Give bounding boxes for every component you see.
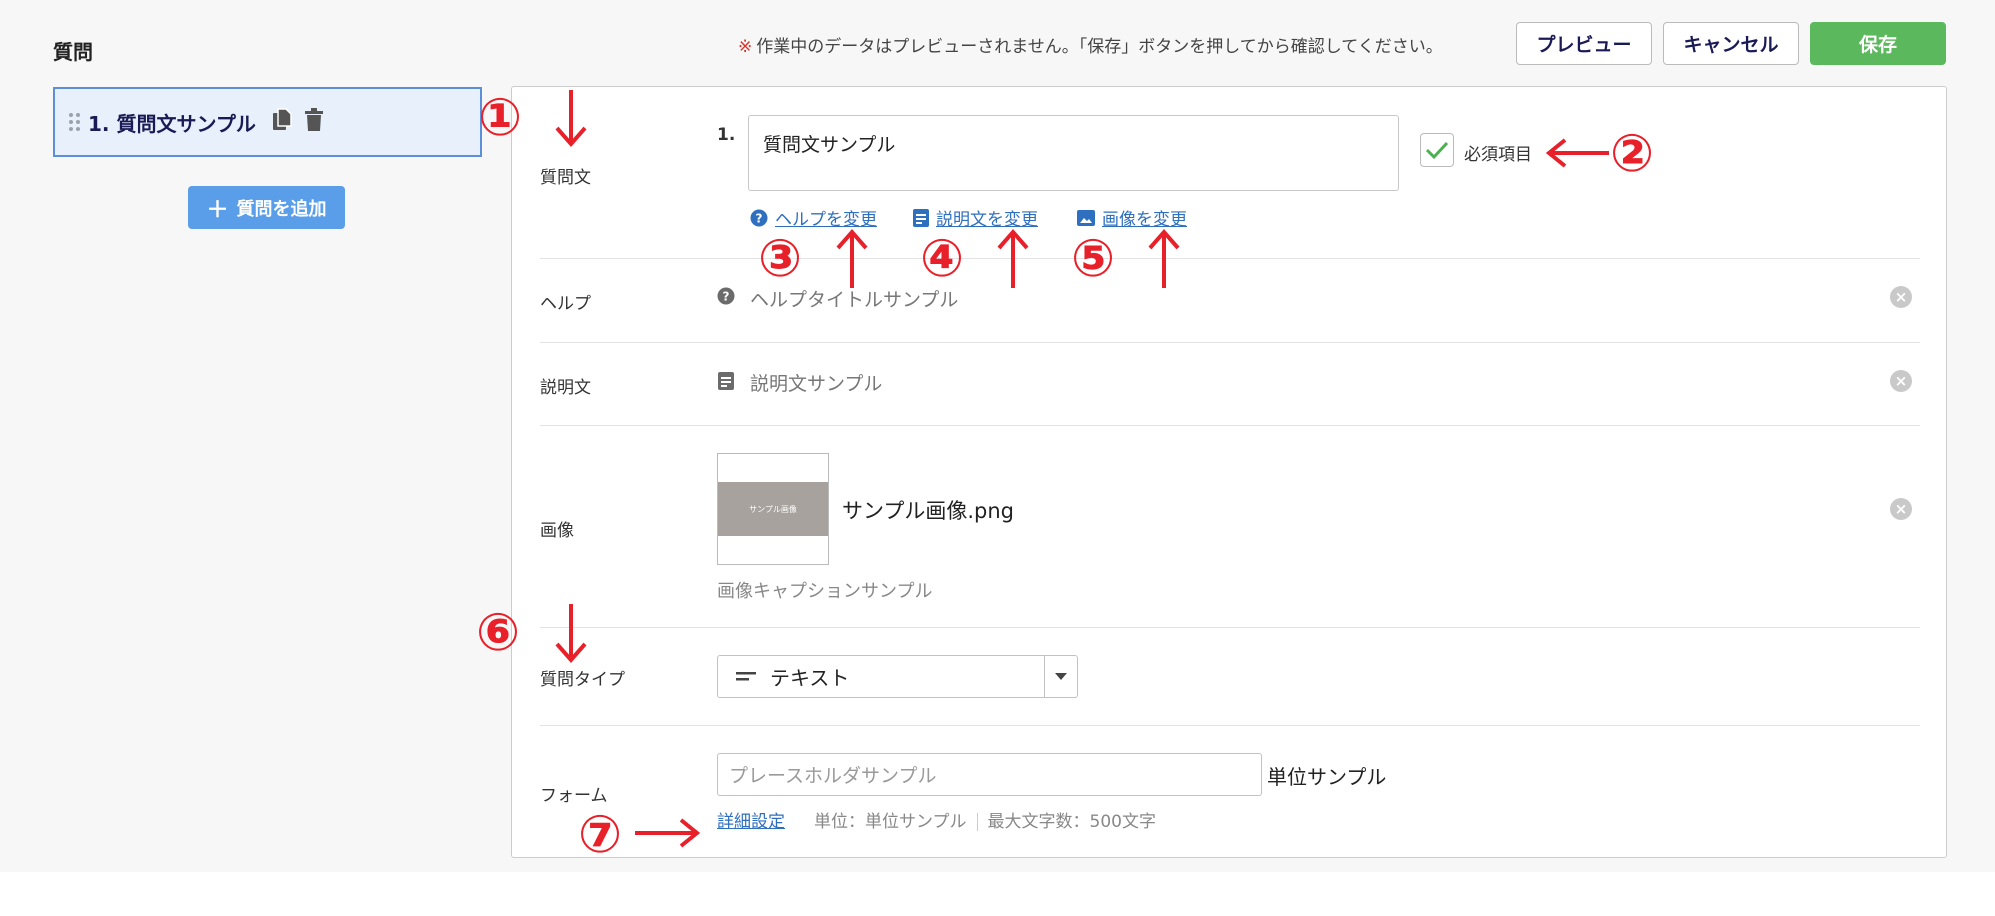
- form-placeholder-input[interactable]: プレースホルダサンプル: [717, 753, 1262, 796]
- annotation-5: ⑤: [1071, 229, 1116, 289]
- question-editor-panel: 質問文 1. 質問文サンプル 必須項目 ? ヘルプを変更 説明文を変更 画像を変…: [511, 86, 1947, 858]
- drag-handle-icon[interactable]: [69, 113, 80, 131]
- notice-mark: ※: [738, 37, 753, 57]
- help-circle-icon: ?: [750, 209, 768, 226]
- question-text-label: 質問文: [540, 168, 591, 188]
- add-question-label: 質問を追加: [236, 198, 327, 220]
- arrow-down-icon: [555, 90, 587, 148]
- check-icon: [1425, 141, 1449, 160]
- question-type-label: 質問タイプ: [540, 670, 625, 690]
- notice-text: 作業中のデータはプレビューされません。「保存」ボタンを押してから確認してください…: [756, 37, 1443, 57]
- copy-icon[interactable]: [272, 108, 294, 136]
- svg-text:?: ?: [723, 290, 730, 304]
- change-description-link[interactable]: 説明文を変更: [913, 205, 1038, 230]
- image-thumbnail[interactable]: サンプル画像: [717, 453, 829, 565]
- detail-settings-link[interactable]: 詳細設定: [717, 807, 785, 832]
- clear-description-icon[interactable]: ×: [1890, 370, 1912, 392]
- help-circle-icon: ?: [717, 287, 735, 305]
- form-meta: 単位：単位サンプル 最大文字数：500文字: [814, 807, 1156, 832]
- image-caption: 画像キャプションサンプル: [717, 581, 933, 602]
- plus-icon: ＋: [206, 197, 229, 223]
- divider: [540, 627, 1920, 628]
- form-label: フォーム: [540, 786, 608, 806]
- image-label: 画像: [540, 521, 574, 541]
- preview-button[interactable]: プレビュー: [1516, 22, 1652, 65]
- sidebar-item-question-1[interactable]: 1. 質問文サンプル: [53, 87, 482, 157]
- help-label: ヘルプ: [540, 294, 591, 314]
- thumbnail-text: サンプル画像: [718, 482, 828, 536]
- annotation-1: ①: [478, 88, 523, 148]
- annotation-3: ③: [758, 229, 803, 289]
- annotation-6: ⑥: [476, 603, 521, 663]
- cancel-button[interactable]: キャンセル: [1663, 22, 1799, 65]
- preview-notice: ※ 作業中のデータはプレビューされません。「保存」ボタンを押してから確認してくださ…: [738, 32, 1443, 57]
- divider: [540, 342, 1920, 343]
- arrow-up-icon: [997, 228, 1029, 288]
- divider: [540, 725, 1920, 726]
- meta-max-length: 最大文字数：500文字: [987, 812, 1156, 832]
- image-icon: [1077, 209, 1095, 226]
- save-button[interactable]: 保存: [1810, 22, 1946, 65]
- clear-help-icon[interactable]: ×: [1890, 286, 1912, 308]
- description-value: 説明文サンプル: [750, 373, 883, 395]
- arrow-up-icon: [836, 228, 868, 288]
- annotation-4: ④: [920, 229, 965, 289]
- form-unit: 単位サンプル: [1267, 765, 1387, 789]
- question-type-select[interactable]: テキスト: [717, 655, 1078, 698]
- add-question-button[interactable]: ＋ 質問を追加: [188, 186, 345, 229]
- image-filename: サンプル画像.png: [842, 499, 1015, 523]
- description-icon: [718, 372, 734, 390]
- page-title: 質問: [53, 40, 93, 64]
- arrow-left-icon: [1545, 138, 1609, 168]
- change-help-text[interactable]: ヘルプを変更: [775, 205, 877, 230]
- text-lines-icon: [736, 671, 756, 680]
- meta-unit: 単位：単位サンプル: [814, 812, 967, 832]
- arrow-down-icon: [555, 604, 587, 664]
- annotation-7: ⑦: [578, 805, 623, 865]
- description-icon: [913, 208, 929, 227]
- change-image-link[interactable]: 画像を変更: [1077, 205, 1187, 230]
- clear-image-icon[interactable]: ×: [1890, 498, 1912, 520]
- required-checkbox[interactable]: [1420, 133, 1454, 167]
- annotation-2: ②: [1610, 124, 1655, 184]
- arrow-up-icon: [1148, 228, 1180, 288]
- change-help-link[interactable]: ? ヘルプを変更: [750, 205, 877, 230]
- question-type-value: テキスト: [770, 666, 850, 690]
- divider: [540, 425, 1920, 426]
- delete-icon[interactable]: [304, 108, 324, 136]
- question-number: 1.: [717, 125, 736, 145]
- change-image-text[interactable]: 画像を変更: [1102, 205, 1187, 230]
- divider: [540, 258, 1920, 259]
- app-background: 質問 ※ 作業中のデータはプレビューされません。「保存」ボタンを押してから確認して…: [0, 0, 1995, 872]
- description-label: 説明文: [540, 378, 591, 398]
- sidebar-item-label: 1. 質問文サンプル: [88, 111, 256, 136]
- change-description-text[interactable]: 説明文を変更: [936, 205, 1038, 230]
- chevron-down-icon[interactable]: [1044, 656, 1077, 697]
- arrow-right-icon: [635, 818, 701, 848]
- svg-text:?: ?: [756, 211, 763, 225]
- question-text-input[interactable]: 質問文サンプル: [748, 115, 1399, 191]
- required-label: 必須項目: [1464, 145, 1532, 165]
